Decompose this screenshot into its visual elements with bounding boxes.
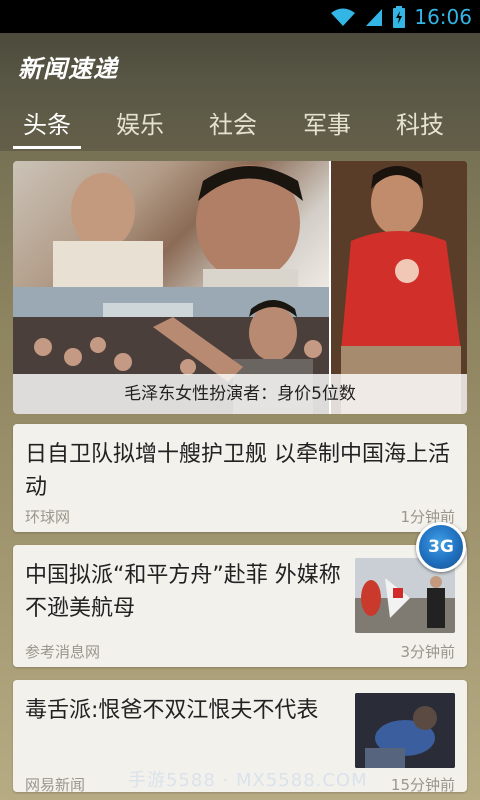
wifi-icon xyxy=(331,8,356,26)
article-time: 15分钟前 xyxy=(390,776,455,794)
article-title: 毒舌派:恨爸不双江恨夫不代表 xyxy=(25,698,319,723)
tab-technology[interactable]: 科技 xyxy=(380,105,460,140)
article-title: 中国拟派“和平方舟”赴菲 外媒称不逊美航母 xyxy=(25,563,341,621)
active-tab-indicator xyxy=(13,146,81,149)
battery-charging-icon xyxy=(393,5,406,28)
tab-entertainment[interactable]: 娱乐 xyxy=(100,105,180,140)
category-tabs: 头条 娱乐 社会 军事 科技 xyxy=(0,95,480,151)
hero-news-card[interactable]: 毛泽东女性扮演者：身价5位数 xyxy=(13,161,467,414)
article-time: 3分钟前 xyxy=(400,643,455,661)
article-card[interactable]: 日自卫队拟增十艘护卫舰 以牵制中国海上活动 环球网 1分钟前 xyxy=(13,424,467,532)
hero-photo-top-figure xyxy=(53,165,303,287)
article-source: 参考消息网 xyxy=(25,643,101,661)
hero-caption: 毛泽东女性扮演者：身价5位数 xyxy=(13,374,467,414)
tab-society[interactable]: 社会 xyxy=(193,105,273,140)
status-time: 16:06 xyxy=(414,4,472,29)
article-source: 环球网 xyxy=(25,508,71,526)
app-title: 新闻速递 xyxy=(18,55,118,83)
app-header: 新闻速递 xyxy=(0,33,480,95)
hero-photo-top xyxy=(13,161,329,287)
watermark: 手游5588 · MX5588.COM xyxy=(128,770,368,791)
status-bar: 16:06 xyxy=(0,0,480,33)
article-card[interactable]: 中国拟派“和平方舟”赴菲 外媒称不逊美航母 参考消息网 3分钟前 xyxy=(13,545,467,667)
tab-headlines[interactable]: 头条 xyxy=(7,105,87,140)
network-3g-badge[interactable]: 3G xyxy=(416,522,466,572)
signal-icon xyxy=(366,8,383,26)
article-source: 网易新闻 xyxy=(25,776,86,794)
article-title: 日自卫队拟增十艘护卫舰 以牵制中国海上活动 xyxy=(25,442,450,500)
article-thumbnail xyxy=(355,693,455,768)
tab-military[interactable]: 军事 xyxy=(287,105,367,140)
